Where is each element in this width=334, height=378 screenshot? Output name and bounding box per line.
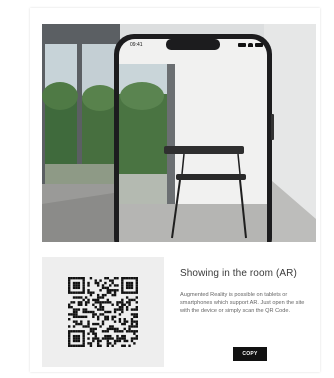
copy-button[interactable]: COPY [233, 347, 267, 361]
ar-info: Showing in the room (AR) Augmented Reali… [180, 268, 310, 315]
phone-status-time: 09:41 [130, 42, 143, 48]
ar-section-title: Showing in the room (AR) [180, 268, 297, 279]
ar-preview-image: 09:41 [42, 24, 316, 242]
qr-code[interactable] [68, 277, 138, 347]
qr-code-panel [42, 257, 164, 367]
battery-icon [255, 43, 263, 47]
ar-section-description: Augmented Reality is possible on tablets… [180, 292, 305, 314]
wifi-icon [248, 43, 253, 47]
signal-icon [238, 43, 246, 47]
